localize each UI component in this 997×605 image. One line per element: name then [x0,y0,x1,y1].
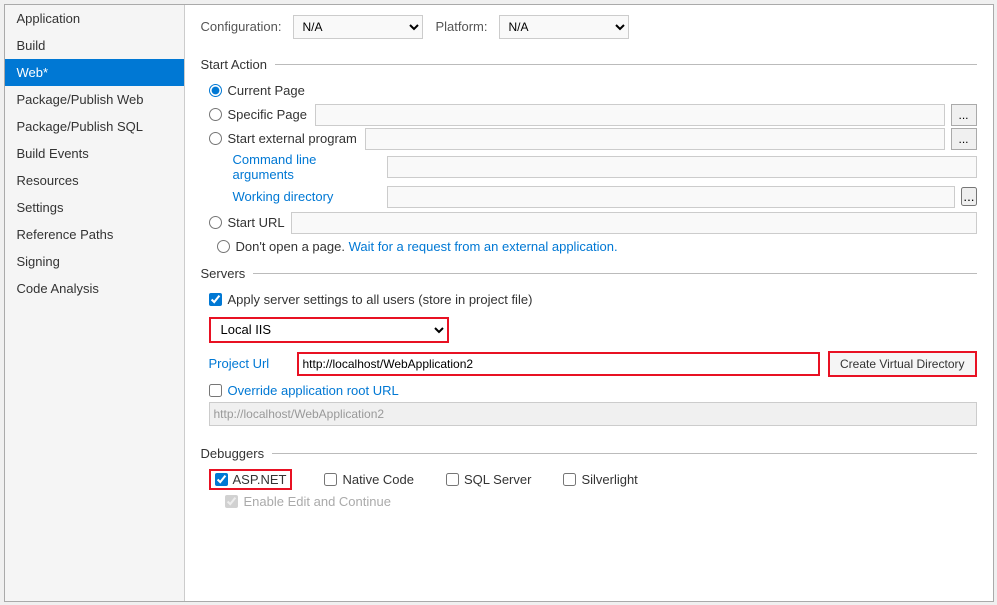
platform-label: Platform: [435,19,487,34]
project-url-label: Project Url [209,356,289,371]
sidebar-item-settings[interactable]: Settings [5,194,184,221]
silverlight-debugger-item: Silverlight [563,472,637,487]
override-url-row: Override application root URL [209,383,977,398]
debuggers-section: Debuggers ASP.NET Native Code SQL Server [201,442,977,509]
external-program-browse-button[interactable]: ... [951,128,977,150]
silverlight-label[interactable]: Silverlight [581,472,637,487]
project-url-row: Project Url Create Virtual Directory [209,351,977,377]
specific-page-label[interactable]: Specific Page [228,107,308,122]
aspnet-label[interactable]: ASP.NET [233,472,287,487]
configuration-label: Configuration: [201,19,282,34]
enable-edit-row: Enable Edit and Continue [225,494,977,509]
command-line-label: Command line arguments [233,152,381,182]
dont-open-label[interactable]: Don't open a page. Wait for a request fr… [236,239,618,254]
dont-open-radio[interactable] [217,240,230,253]
working-dir-label: Working directory [233,189,381,204]
sidebar-item-package-publish-web[interactable]: Package/Publish Web [5,86,184,113]
enable-edit-checkbox [225,495,238,508]
working-dir-browse-button[interactable]: ... [961,187,976,206]
sidebar-item-build-events[interactable]: Build Events [5,140,184,167]
dont-open-row: Don't open a page. Wait for a request fr… [217,236,977,258]
sql-server-checkbox[interactable] [446,473,459,486]
command-line-row: Command line arguments [233,152,977,182]
debuggers-header: Debuggers [201,446,977,461]
start-action-header: Start Action [201,57,977,72]
create-virtual-directory-button[interactable]: Create Virtual Directory [828,351,977,377]
platform-select[interactable]: N/A [499,15,629,39]
sidebar-item-reference-paths[interactable]: Reference Paths [5,221,184,248]
start-action-options: Current Page Specific Page ... Start ext… [209,80,977,258]
current-page-row: Current Page [209,80,977,102]
project-url-input[interactable] [297,352,821,376]
sidebar-item-web[interactable]: Web* [5,59,184,86]
sql-server-label[interactable]: SQL Server [464,472,531,487]
override-url-checkbox[interactable] [209,384,222,397]
specific-page-browse-button[interactable]: ... [951,104,977,126]
apply-server-settings-row: Apply server settings to all users (stor… [209,289,977,311]
configuration-select[interactable]: N/A [293,15,423,39]
servers-section: Servers Apply server settings to all use… [201,262,977,430]
apply-server-settings-label[interactable]: Apply server settings to all users (stor… [228,292,533,307]
current-page-label[interactable]: Current Page [228,83,305,98]
working-dir-row: Working directory ... [233,186,977,208]
override-url-label[interactable]: Override application root URL [228,383,399,398]
debuggers-row: ASP.NET Native Code SQL Server Silverlig… [209,469,977,490]
sql-debugger-item: SQL Server [446,472,531,487]
sidebar-item-code-analysis[interactable]: Code Analysis [5,275,184,302]
external-program-input[interactable] [365,128,945,150]
top-bar: Configuration: N/A Platform: N/A [201,15,977,39]
sidebar-item-build[interactable]: Build [5,32,184,59]
servers-header: Servers [201,266,977,281]
command-line-input[interactable] [387,156,977,178]
specific-page-input[interactable] [315,104,945,126]
override-url-input-row [209,402,977,426]
sidebar: Application Build Web* Package/Publish W… [5,5,185,601]
sidebar-item-application[interactable]: Application [5,5,184,32]
external-program-row: Start external program ... [209,128,977,150]
start-url-label[interactable]: Start URL [228,215,285,230]
sidebar-item-package-publish-sql[interactable]: Package/Publish SQL [5,113,184,140]
override-url-input [209,402,977,426]
native-code-label[interactable]: Native Code [342,472,414,487]
sidebar-item-resources[interactable]: Resources [5,167,184,194]
native-debugger-item: Native Code [324,472,414,487]
external-program-radio[interactable] [209,132,222,145]
silverlight-checkbox[interactable] [563,473,576,486]
start-url-row: Start URL [209,212,977,234]
working-dir-input[interactable] [387,186,956,208]
sidebar-item-signing[interactable]: Signing [5,248,184,275]
main-content: Configuration: N/A Platform: N/A Start A… [185,5,993,601]
start-url-radio[interactable] [209,216,222,229]
apply-server-settings-checkbox[interactable] [209,293,222,306]
native-code-checkbox[interactable] [324,473,337,486]
external-program-label[interactable]: Start external program [228,131,357,146]
aspnet-debugger-item: ASP.NET [209,469,293,490]
server-select-row: Local IIS IIS Express Custom [209,317,977,343]
enable-edit-label: Enable Edit and Continue [244,494,391,509]
specific-page-row: Specific Page ... [209,104,977,126]
aspnet-checkbox[interactable] [215,473,228,486]
current-page-radio[interactable] [209,84,222,97]
start-url-input[interactable] [291,212,977,234]
server-select[interactable]: Local IIS IIS Express Custom [209,317,449,343]
specific-page-radio[interactable] [209,108,222,121]
